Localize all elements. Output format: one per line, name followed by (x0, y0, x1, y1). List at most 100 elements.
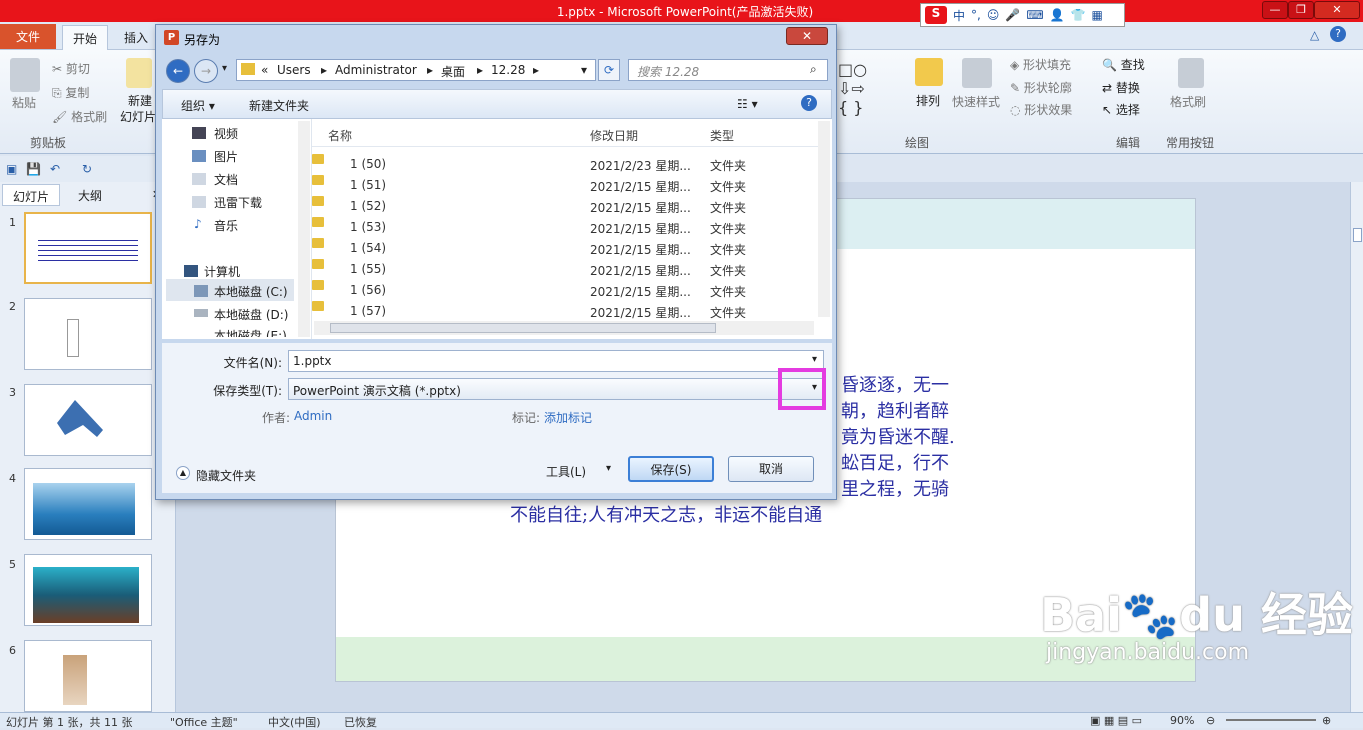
file-row[interactable]: 1 (52) 2021/2/15 星期... 文件夹 (312, 196, 812, 217)
breadcrumb-sep-icon[interactable]: ▸ (533, 63, 539, 77)
horizontal-scrollbar[interactable] (314, 321, 814, 335)
slide-text-line[interactable]: 竟为昏迷不醒. (841, 425, 955, 451)
undo-icon[interactable]: ↶ (50, 162, 60, 176)
view-options-icon[interactable]: ☷ ▾ (737, 97, 758, 111)
ime-mode-label[interactable]: 中 (953, 7, 965, 24)
search-input[interactable]: 搜索 12.28 (628, 59, 828, 81)
file-row[interactable]: 1 (51) 2021/2/15 星期... 文件夹 (312, 175, 812, 196)
replace-button[interactable]: ⇄ 替换 (1102, 79, 1140, 96)
skin-icon[interactable]: 👕 (1071, 8, 1086, 22)
maximize-button[interactable]: ❐ (1288, 1, 1314, 19)
redo-icon[interactable]: ↻ (82, 162, 92, 176)
slide-thumbnail-3[interactable] (24, 384, 152, 456)
slide-text-line[interactable]: 朝，趋利者醉 (841, 399, 949, 425)
breadcrumb-sep-icon[interactable]: ▸ (477, 63, 483, 77)
breadcrumb-12-28[interactable]: 12.28 (491, 63, 525, 77)
nav-item-documents[interactable]: 文档 (214, 171, 238, 188)
save-icon[interactable]: 💾 (26, 162, 41, 176)
file-row[interactable]: 1 (53) 2021/2/15 星期... 文件夹 (312, 217, 812, 238)
arrange-icon[interactable] (915, 58, 943, 86)
refresh-icon[interactable]: ⟳ (598, 59, 620, 81)
filename-dropdown-icon[interactable]: ▾ (812, 354, 817, 365)
save-button[interactable]: 保存(S) (628, 456, 714, 482)
find-button[interactable]: 🔍 查找 (1102, 56, 1145, 73)
tab-outline[interactable]: 大纲 (68, 184, 112, 206)
tab-file[interactable]: 文件 (0, 24, 56, 49)
new-folder-button[interactable]: 新建文件夹 (249, 97, 309, 114)
microphone-icon[interactable]: 🎤 (1005, 8, 1020, 22)
address-dropdown-icon[interactable]: ▾ (581, 63, 587, 77)
slide-text-line[interactable]: 蚣百足，行不 (841, 451, 949, 477)
shape-effects-button[interactable]: ◌ 形状效果 (1010, 101, 1072, 118)
hide-folders-button[interactable]: 隐藏文件夹 (196, 467, 256, 484)
recent-locations-icon[interactable]: ▾ (222, 63, 227, 74)
punctuation-icon[interactable]: °, (971, 8, 981, 22)
nav-item-drive-d[interactable]: 本地磁盘 (D:) (214, 306, 288, 323)
file-row[interactable]: 1 (57) 2021/2/15 星期... 文件夹 (312, 301, 812, 322)
tools-dropdown-icon[interactable]: ▾ (606, 463, 611, 474)
file-row[interactable]: 1 (50) 2021/2/23 星期... 文件夹 (312, 154, 812, 175)
tab-insert[interactable]: 插入 (114, 25, 158, 50)
paste-label[interactable]: 粘贴 (12, 94, 36, 111)
view-buttons[interactable]: ▣ ▦ ▤ ▭ (1090, 714, 1142, 727)
ppt-icon[interactable]: ▣ (6, 162, 17, 176)
nav-item-drive-c[interactable]: 本地磁盘 (C:) (214, 283, 288, 300)
format-painter-button[interactable]: 🖌 格式刷 (52, 108, 107, 125)
tab-home[interactable]: 开始 (62, 25, 109, 50)
toolbox-icon[interactable]: ▦ (1092, 8, 1103, 22)
shape-outline-button[interactable]: ✎ 形状轮廓 (1010, 79, 1072, 96)
breadcrumb-desktop[interactable]: 桌面 (441, 63, 465, 80)
file-row[interactable]: 1 (56) 2021/2/15 星期... 文件夹 (312, 280, 812, 301)
zoom-slider[interactable] (1226, 719, 1316, 721)
quick-styles-label[interactable]: 快速样式 (952, 93, 1000, 110)
help-icon[interactable]: ? (1330, 26, 1346, 42)
emoji-icon[interactable]: ☺ (987, 8, 1000, 22)
horizontal-scroll-thumb[interactable] (330, 323, 716, 333)
collapse-icon[interactable]: ▲ (176, 466, 190, 480)
file-row[interactable]: 1 (54) 2021/2/15 星期... 文件夹 (312, 238, 812, 259)
nav-item-drive-e[interactable]: 本地磁盘 (E:) (214, 327, 287, 337)
author-value[interactable]: Admin (294, 409, 332, 423)
new-slide-label-1[interactable]: 新建 (128, 92, 152, 109)
slide-thumbnail-4[interactable] (24, 468, 152, 540)
file-list-scrollbar[interactable] (818, 121, 830, 317)
zoom-out-icon[interactable]: ⊖ (1206, 714, 1215, 727)
paste-icon[interactable] (10, 58, 40, 92)
slide-thumbnail-1[interactable] (24, 212, 152, 284)
column-type[interactable]: 类型 (710, 127, 734, 144)
brush-icon[interactable] (1178, 58, 1204, 88)
user-icon[interactable]: 👤 (1050, 8, 1065, 22)
nav-item-video[interactable]: 视频 (214, 125, 238, 142)
copy-button[interactable]: ⎘ 复制 (52, 84, 89, 101)
keyboard-icon[interactable]: ⌨ (1026, 8, 1043, 22)
scroll-thumb[interactable] (1353, 228, 1362, 242)
tools-button[interactable]: 工具(L) (546, 463, 586, 480)
breadcrumb-sep-icon[interactable]: ▸ (321, 63, 327, 77)
nav-item-music[interactable]: 音乐 (214, 217, 238, 234)
help-icon[interactable]: ? (801, 95, 817, 111)
forward-icon[interactable]: → (194, 59, 218, 83)
slide-thumbnail-2[interactable] (24, 298, 152, 370)
address-bar[interactable]: « Users ▸ Administrator ▸ 桌面 ▸ 12.28 ▸ ▾ (236, 59, 596, 81)
quick-styles-icon[interactable] (962, 58, 992, 88)
filename-input[interactable]: 1.pptx (288, 350, 824, 372)
breadcrumb-administrator[interactable]: Administrator (335, 63, 417, 77)
organize-button[interactable]: 组织 ▾ (181, 97, 215, 114)
column-date[interactable]: 修改日期 (590, 127, 638, 144)
cancel-button[interactable]: 取消 (728, 456, 814, 482)
filetype-select[interactable]: PowerPoint 演示文稿 (*.pptx) (288, 378, 824, 400)
common-format-painter-label[interactable]: 格式刷 (1170, 93, 1206, 110)
slide-text-line[interactable]: 里之程，无骑 (841, 477, 949, 503)
slide-thumbnail-5[interactable] (24, 554, 152, 626)
dialog-close-button[interactable]: ✕ (786, 27, 828, 45)
nav-scrollbar[interactable] (298, 121, 310, 337)
file-row[interactable]: 1 (55) 2021/2/15 星期... 文件夹 (312, 259, 812, 280)
shapes-gallery[interactable]: □○ ⇩⇨{ } (838, 60, 898, 117)
close-window-button[interactable]: ✕ (1314, 1, 1360, 19)
nav-item-xunlei[interactable]: 迅雷下载 (214, 194, 262, 211)
minimize-button[interactable]: — (1262, 1, 1288, 19)
breadcrumb-users[interactable]: Users (277, 63, 311, 77)
slide-text-line[interactable]: 昏逐逐，无一 (841, 373, 949, 399)
zoom-level[interactable]: 90% (1170, 714, 1194, 727)
new-slide-icon[interactable] (126, 58, 152, 88)
